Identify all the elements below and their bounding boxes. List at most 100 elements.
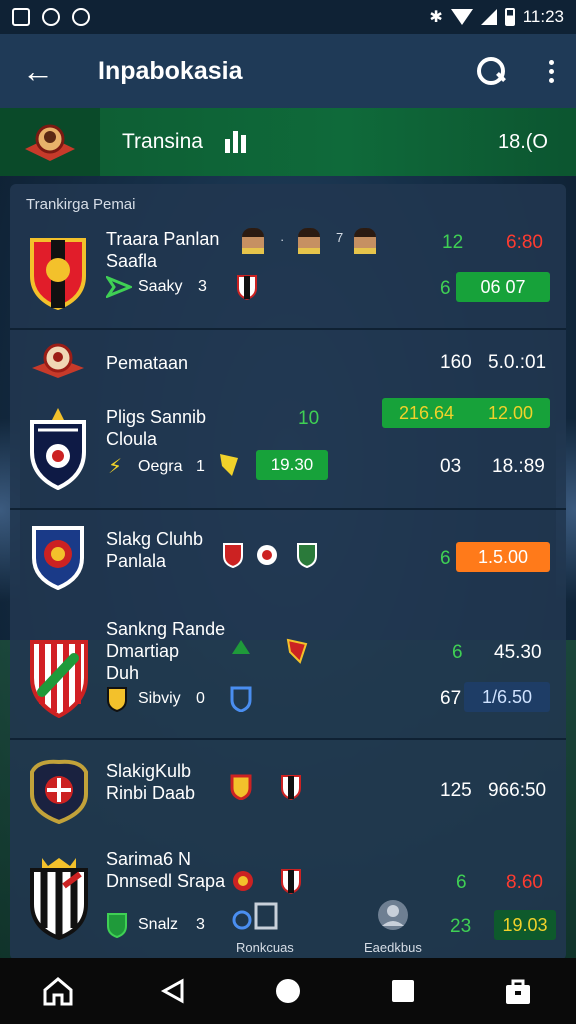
club-badge-icon [257, 545, 277, 565]
sub-label: Oegra [138, 458, 183, 475]
team-name: Traara Panlan Saafla [106, 229, 220, 271]
stat-value: 125 [440, 780, 472, 801]
stat-value: 45.30 [494, 642, 542, 663]
sub-value: 3 [198, 278, 207, 295]
system-nav-bar [0, 958, 576, 1024]
stat-value: 23 [450, 916, 472, 937]
stat-value: 67 [440, 688, 462, 709]
page-title: Inpabokasia [98, 56, 243, 85]
arrow-badge-icon [106, 276, 132, 298]
list-item[interactable]: SlakigKulb Rinbi Daab 125 966:50 [10, 740, 566, 844]
team-name: SlakigKulb Rinbi Daab [106, 761, 196, 803]
stat-value: 8.60 [506, 872, 543, 893]
rankings-icon[interactable] [232, 900, 280, 932]
battery-icon [504, 8, 515, 26]
status-bar: ✱ 11:23 [0, 0, 576, 34]
team-name: Sarima6 N Dnnsedl Srapa [106, 849, 226, 891]
shield-icon [107, 913, 127, 938]
nav-label-rankings[interactable]: Ronkcuas [236, 940, 294, 955]
separator: 7 [336, 230, 344, 245]
club-badge-icon [286, 638, 308, 664]
bluetooth-icon: ✱ [429, 9, 443, 26]
value-pill: 19.03 [494, 910, 556, 940]
list-item[interactable]: Slakg Cluhb Panlala 6 1.5.00 [10, 510, 566, 594]
sub-value: 0 [196, 690, 205, 707]
message-icon [72, 8, 90, 26]
club-badge-icon [281, 869, 301, 894]
stat-value: 6 [456, 872, 467, 893]
signal-icon [480, 9, 497, 25]
stat-value: 12 [442, 232, 464, 253]
club-crest-icon [30, 759, 88, 824]
club-crest-icon [32, 526, 84, 590]
player-avatar [242, 228, 264, 254]
banner-value: 18.(O [497, 130, 548, 153]
list-item[interactable]: Pemataan 160 5.0.:01 Pligs Sannib Cloula… [10, 330, 566, 508]
stat-value: 6:80 [506, 232, 543, 253]
value-pill: 216.64 12.00 [382, 398, 550, 428]
stat-value: 18.:89 [492, 456, 545, 477]
club-badge-icon [107, 687, 127, 712]
wifi-icon [450, 9, 473, 25]
club-crest-icon [30, 408, 86, 490]
stat-value: 5.0.:01 [488, 352, 547, 373]
team-name: Pemataan [106, 353, 189, 373]
section-label: Trankirga Pemai [26, 196, 136, 213]
banner-title: Transina [122, 130, 203, 153]
team-name: Pligs Sannib Cloula [106, 407, 207, 449]
app-bar: ← Inpabokasia [0, 34, 576, 108]
stat-value: 160 [440, 352, 472, 373]
more-vertical-icon[interactable] [549, 59, 554, 83]
club-badge-icon [223, 543, 243, 568]
stat-value: 10 [298, 408, 320, 429]
stat-value: 966:50 [488, 780, 547, 801]
sub-label: Saaky [138, 278, 183, 295]
lightning-icon: ⚡ [108, 456, 123, 478]
tree-icon [232, 640, 250, 654]
home-icon[interactable] [40, 973, 76, 1009]
list-item[interactable]: Traara Panlan Saafla · 7 12 6:80 Saaky 3… [10, 220, 566, 328]
gallery-icon [12, 8, 30, 26]
bag-icon[interactable] [500, 973, 536, 1009]
club-badge-icon [230, 774, 252, 800]
team-name: Sankng Rande Dmartiap Duh [106, 619, 226, 683]
back-triangle-icon[interactable] [155, 973, 191, 1009]
club-crest-icon [30, 858, 88, 940]
sub-value: 1 [196, 458, 205, 475]
list-item[interactable]: Sarima6 N Dnnsedl Srapa 6 8.60 Snalz 3 R… [10, 844, 566, 960]
stats-bars-icon [224, 131, 246, 153]
clock: 11:23 [522, 7, 564, 26]
stat-value: 6 [440, 278, 451, 299]
notification-icon [42, 8, 60, 26]
rankings-panel: Trankirga Pemai Traara Panlan Saafla · 7… [10, 184, 566, 960]
club-badge-icon [220, 454, 238, 476]
player-avatar [298, 228, 320, 254]
search-icon[interactable] [477, 57, 505, 85]
value-pill: 1/6.50 [464, 682, 550, 712]
sub-label: Sibviy [138, 690, 181, 707]
club-crest-icon [30, 238, 86, 310]
separator: · [280, 232, 285, 247]
team-name: Slakg Cluhb Panlala [106, 529, 204, 571]
list-item[interactable]: Sankng Rande Dmartiap Duh 6 45.30 Sibviy… [10, 610, 566, 738]
profile-icon[interactable] [376, 898, 410, 932]
player-avatar [354, 228, 376, 254]
nav-label-profile[interactable]: Eaedkbus [364, 940, 422, 955]
square-recents-icon[interactable] [385, 973, 421, 1009]
club-badge-icon [233, 871, 253, 891]
club-crest-icon [30, 640, 88, 718]
stat-value: 6 [440, 548, 451, 569]
back-arrow-icon[interactable]: ← [22, 53, 62, 90]
club-crest-icon [0, 108, 100, 176]
featured-banner[interactable]: Transina 18.(O [0, 108, 576, 176]
stat-value: 03 [440, 456, 462, 477]
value-pill: 1.5.00 [456, 542, 550, 572]
shield-icon [230, 686, 252, 712]
sub-value: 3 [196, 916, 205, 933]
club-crest-icon [32, 343, 84, 378]
stat-value: 6 [452, 642, 463, 663]
sub-label: Snalz [138, 916, 179, 933]
value-pill: 06 07 [456, 272, 550, 302]
club-badge-icon [237, 275, 257, 300]
circle-home-icon[interactable] [270, 973, 306, 1009]
